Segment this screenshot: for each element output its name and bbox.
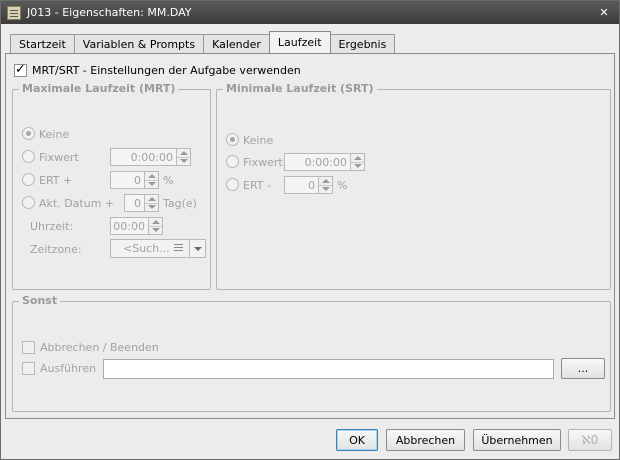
mrt-fixwert-field[interactable]: 0:00:00	[110, 148, 177, 166]
mrt-ert-unit: %	[163, 174, 174, 187]
tab-variablen-prompts[interactable]: Variablen & Prompts	[73, 34, 205, 53]
mrt-akt-datum-field[interactable]: 0	[124, 194, 145, 212]
tab-kalender[interactable]: Kalender	[203, 34, 270, 53]
srt-ert-label: ERT -	[243, 179, 271, 192]
sonst-group: Sonst	[12, 294, 611, 412]
srt-keine-label: Keine	[243, 134, 274, 147]
laufzeit-panel: MRT/SRT - Einstellungen der Aufgabe verw…	[5, 53, 615, 419]
srt-ert-field[interactable]: 0	[284, 176, 319, 194]
title-bar[interactable]: J013 - Eigenschaften: MM.DAY ✕	[1, 1, 619, 24]
srt-fixwert-spinner[interactable]	[350, 153, 365, 171]
srt-group-title: Minimale Laufzeit (SRT)	[223, 82, 377, 95]
srt-group: Minimale Laufzeit (SRT)	[216, 82, 611, 290]
srt-ert-spinner[interactable]	[318, 176, 333, 194]
sonst-group-title: Sonst	[19, 294, 61, 307]
mrt-ert-spinner[interactable]	[144, 171, 159, 189]
tab-ergebnis[interactable]: Ergebnis	[329, 34, 396, 53]
srt-fixwert-label: Fixwert	[243, 156, 283, 169]
mrt-uhrzeit-spinner[interactable]	[148, 217, 163, 235]
list-icon[interactable]	[174, 244, 183, 253]
chevron-down-icon[interactable]	[189, 240, 205, 257]
mrt-group-title: Maximale Laufzeit (MRT)	[19, 82, 179, 95]
mrt-keine-label: Keine	[39, 128, 70, 141]
mrt-fixwert-spinner[interactable]	[176, 148, 191, 166]
srt-keine-radio[interactable]	[226, 133, 239, 146]
mrt-srt-checkbox-label: MRT/SRT - Einstellungen der Aufgabe verw…	[32, 64, 301, 77]
mrt-uhrzeit-label: Uhrzeit:	[30, 220, 74, 233]
mrt-fixwert-label: Fixwert	[39, 151, 79, 164]
srt-ert-radio[interactable]	[226, 178, 239, 191]
help-button[interactable]: ℵ0	[568, 429, 612, 451]
ausfuehren-input[interactable]	[103, 359, 554, 379]
mrt-ert-radio[interactable]	[22, 173, 35, 186]
ok-button[interactable]: OK	[336, 429, 378, 451]
mrt-akt-datum-spinner[interactable]	[144, 194, 159, 212]
mrt-akt-datum-radio[interactable]	[22, 196, 35, 209]
srt-fixwert-field[interactable]: 0:00:00	[284, 153, 351, 171]
tab-startzeit[interactable]: Startzeit	[10, 34, 75, 53]
help-cursor-icon: ℵ0	[581, 433, 599, 447]
window-title: J013 - Eigenschaften: MM.DAY	[27, 6, 192, 19]
mrt-zeitzone-placeholder: <Such...	[123, 242, 170, 255]
ausfuehren-checkbox[interactable]	[22, 362, 35, 375]
ausfuehren-label: Ausführen	[40, 362, 97, 375]
mrt-akt-datum-unit: Tag(e)	[163, 197, 197, 210]
tab-laufzeit[interactable]: Laufzeit	[268, 31, 331, 53]
browse-button[interactable]: ...	[561, 358, 605, 379]
mrt-ert-label: ERT +	[39, 174, 73, 187]
mrt-akt-datum-label: Akt. Datum +	[39, 197, 115, 210]
srt-fixwert-radio[interactable]	[226, 155, 239, 168]
mrt-group: Maximale Laufzeit (MRT)	[12, 82, 211, 290]
mrt-fixwert-radio[interactable]	[22, 150, 35, 163]
mrt-zeitzone-label: Zeitzone:	[30, 243, 82, 256]
abbrechen-beenden-checkbox[interactable]	[22, 341, 35, 354]
mrt-ert-field[interactable]: 0	[110, 171, 145, 189]
abbrechen-beenden-label: Abbrechen / Beenden	[40, 341, 159, 354]
mrt-zeitzone-combo[interactable]: <Such...	[110, 239, 206, 258]
mrt-srt-checkbox[interactable]	[14, 62, 27, 77]
properties-dialog: J013 - Eigenschaften: MM.DAY ✕ Startzeit…	[0, 0, 620, 460]
uebernehmen-button[interactable]: Übernehmen	[473, 429, 561, 451]
srt-ert-unit: %	[337, 179, 348, 192]
close-icon[interactable]: ✕	[595, 4, 613, 22]
mrt-keine-radio[interactable]	[22, 127, 35, 140]
tab-bar: Startzeit Variablen & Prompts Kalender L…	[10, 31, 396, 53]
mrt-uhrzeit-field[interactable]: 00:00	[110, 217, 149, 235]
abbrechen-button[interactable]: Abbrechen	[386, 429, 465, 451]
document-properties-icon	[7, 5, 21, 20]
